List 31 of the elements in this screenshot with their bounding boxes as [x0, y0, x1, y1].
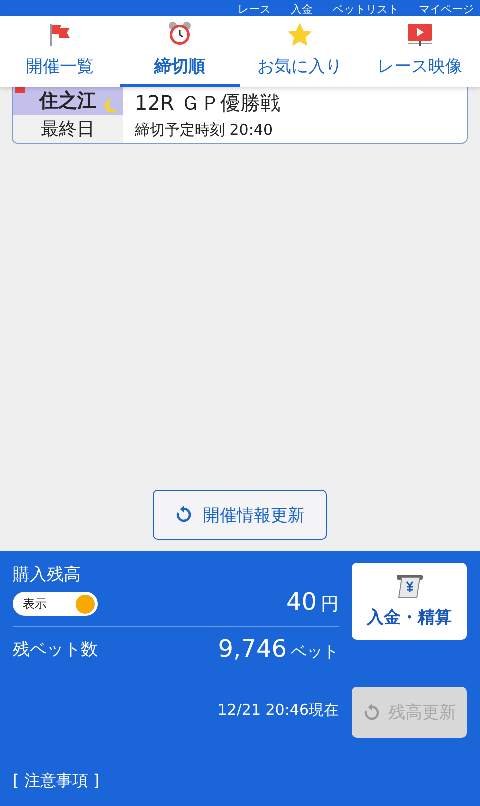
currency-unit: 円: [321, 593, 339, 616]
tab[interactable]: お気に入り: [240, 16, 360, 87]
refresh-icon: [175, 506, 193, 524]
bets-count: 9,746: [218, 635, 287, 663]
star-icon: [287, 23, 313, 47]
bets-label: 残ベット数: [13, 638, 98, 660]
deposit-button[interactable]: 入金・精算: [352, 563, 467, 640]
balance-label: 購入残高: [13, 564, 82, 586]
top-nav-link[interactable]: レース: [238, 3, 271, 16]
flag-icon: [48, 23, 72, 47]
tab[interactable]: レース映像: [360, 16, 480, 87]
day-label: 最終日: [41, 118, 95, 141]
race-name: 12R ＧＰ優勝戦: [135, 90, 282, 117]
badge-icon: [15, 87, 25, 93]
refresh-button[interactable]: 開催情報更新: [153, 490, 327, 540]
notes-heading: [ 注意事項 ]: [13, 770, 101, 792]
balance-amount: 40: [286, 588, 317, 616]
alarm-clock-icon: [167, 21, 193, 47]
toggle-label: 表示: [23, 596, 47, 612]
race-card[interactable]: 住之江 最終日 12R ＧＰ優勝戦 締切予定時刻 20:40: [12, 87, 468, 144]
timestamp: 12/21 20:46現在: [218, 701, 339, 720]
top-nav-link[interactable]: 入金: [291, 3, 313, 16]
refresh-icon: [362, 704, 380, 722]
venue-name: 住之江: [40, 89, 96, 114]
tab[interactable]: 開催一覧: [0, 16, 120, 87]
video-icon: [407, 23, 433, 47]
display-toggle[interactable]: 表示: [13, 592, 98, 616]
top-nav-link[interactable]: ベットリスト: [333, 3, 399, 16]
bets-unit: ベット: [291, 642, 339, 663]
deadline-text: 締切予定時刻 20:40: [135, 121, 274, 140]
top-nav-link[interactable]: マイページ: [419, 3, 474, 16]
